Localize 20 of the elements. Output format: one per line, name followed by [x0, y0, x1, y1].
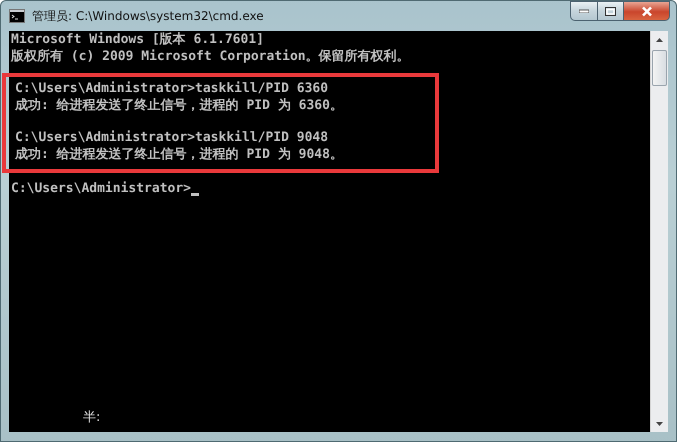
scrollbar[interactable] — [650, 31, 668, 432]
console-line: C:\Users\Administrator> — [11, 181, 650, 198]
command-prompt-icon — [9, 9, 25, 23]
console-line: Microsoft Windows [版本 6.1.7601] — [11, 32, 265, 48]
console-line: 成功: 给进程发送了终止信号，进程的 PID 为 6360。 — [15, 98, 344, 114]
close-button[interactable] — [623, 1, 670, 21]
console-line: 成功: 给进程发送了终止信号，进程的 PID 为 9048。 — [15, 146, 344, 163]
console-line: C:\Users\Administrator>taskkill/PID 6360 — [15, 81, 330, 98]
close-icon — [640, 6, 652, 16]
scroll-thumb[interactable] — [652, 50, 667, 86]
window-title: 管理员: C:\Windows\system32\cmd.exe — [32, 8, 264, 24]
maximize-button[interactable] — [597, 1, 624, 21]
scroll-up-icon[interactable] — [656, 38, 663, 42]
minimize-icon — [579, 9, 589, 13]
maximize-icon — [605, 6, 616, 16]
console-line: C:\Users\Administrator>taskkill/PID 9048 — [15, 130, 330, 146]
console-line: 版权所有 (c) 2009 Microsoft Corporation。保留所有权利。 — [11, 48, 411, 65]
minimize-button[interactable] — [570, 1, 598, 21]
ime-status: 半: — [83, 409, 102, 426]
scroll-down-icon[interactable] — [656, 422, 663, 426]
